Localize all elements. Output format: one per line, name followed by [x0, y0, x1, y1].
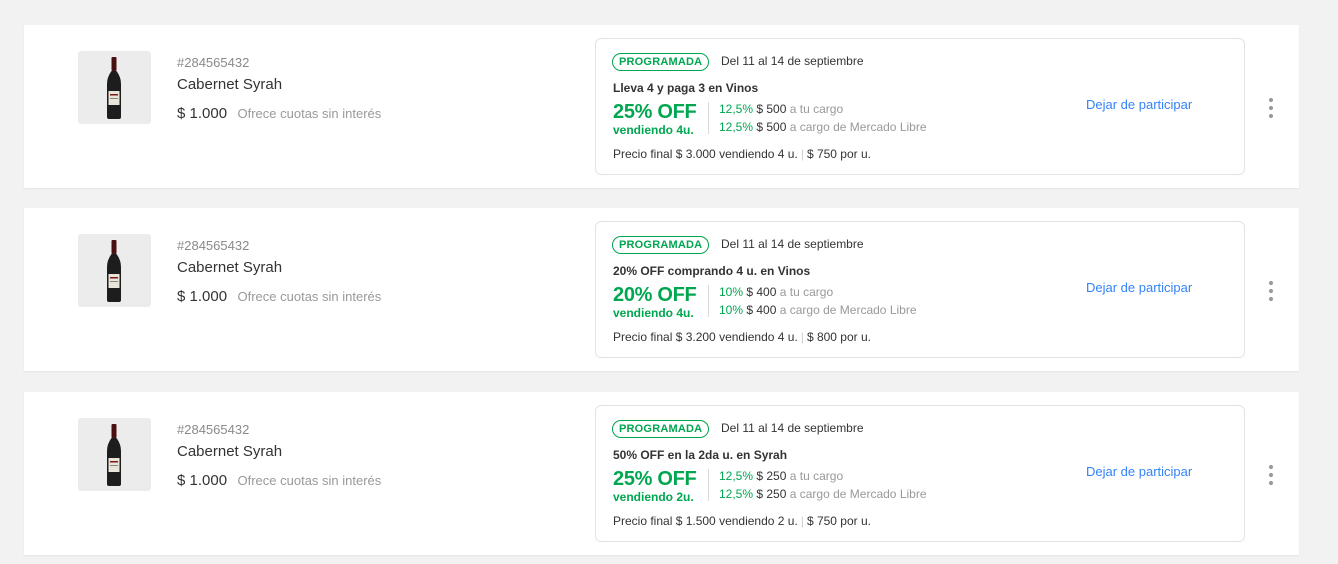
item-price-row: $ 1.000 Ofrece cuotas sin interés	[177, 472, 381, 490]
item-id: #284565432	[177, 422, 250, 437]
offer-card: #284565432 Cabernet Syrah $ 1.000 Ofrece…	[24, 25, 1299, 188]
product-thumbnail[interactable]	[78, 418, 151, 491]
discount-condition: vendiendo 4u.	[613, 123, 694, 137]
wine-bottle-icon	[107, 240, 121, 302]
ml-share-label: a cargo de Mercado Libre	[779, 303, 917, 317]
ml-share-percent: 12,5%	[719, 120, 754, 134]
final-price-text: Precio final $ 3.000 vendiendo 4 u.	[613, 147, 798, 161]
discount-percent: 25% OFF	[613, 101, 697, 123]
ml-share: 10% $ 400 a cargo de Mercado Libre	[719, 303, 917, 317]
promotion-name: 50% OFF en la 2da u. en Syrah	[613, 448, 788, 462]
seller-share: 10% $ 400 a tu cargo	[719, 285, 833, 299]
promotion-dates: Del 11 al 14 de septiembre	[721, 54, 864, 68]
wine-bottle-icon	[107, 424, 121, 486]
seller-share-label: a tu cargo	[779, 285, 834, 299]
status-badge: PROGRAMADA	[612, 236, 710, 254]
unit-price: $ 750 por u.	[806, 514, 871, 528]
installments-label: Ofrece cuotas sin interés	[237, 289, 382, 304]
product-thumbnail[interactable]	[78, 51, 151, 124]
ml-share: 12,5% $ 500 a cargo de Mercado Libre	[719, 120, 927, 134]
unit-price: $ 750 por u.	[806, 147, 871, 161]
offer-card: #284565432 Cabernet Syrah $ 1.000 Ofrece…	[24, 392, 1299, 555]
promotion-name: Lleva 4 y paga 3 en Vinos	[613, 81, 759, 95]
final-price-text: Precio final $ 1.500 vendiendo 2 u.	[613, 514, 798, 528]
item-price-row: $ 1.000 Ofrece cuotas sin interés	[177, 288, 381, 306]
item-title[interactable]: Cabernet Syrah	[177, 259, 282, 276]
installments-label: Ofrece cuotas sin interés	[237, 473, 382, 488]
more-options-icon[interactable]	[1261, 95, 1281, 121]
wine-bottle-icon	[107, 57, 121, 119]
unit-price: $ 800 por u.	[806, 330, 871, 344]
final-price: Precio final $ 1.500 vendiendo 2 u. | $ 75…	[613, 514, 871, 528]
promotion-dates: Del 11 al 14 de septiembre	[721, 421, 864, 435]
ml-share-percent: 10%	[719, 303, 744, 317]
item-id: #284565432	[177, 55, 250, 70]
seller-share-amount: $ 400	[746, 285, 777, 299]
status-badge: PROGRAMADA	[612, 420, 710, 438]
ml-share: 12,5% $ 250 a cargo de Mercado Libre	[719, 487, 927, 501]
seller-share-label: a tu cargo	[789, 102, 844, 116]
item-title[interactable]: Cabernet Syrah	[177, 443, 282, 460]
item-title[interactable]: Cabernet Syrah	[177, 76, 282, 93]
separator: |	[800, 147, 804, 161]
seller-share-percent: 10%	[719, 285, 744, 299]
separator: |	[800, 514, 804, 528]
promotion-name: 20% OFF comprando 4 u. en Vinos	[613, 264, 811, 278]
leave-promotion-link[interactable]: Dejar de participar	[1086, 97, 1192, 112]
status-badge: PROGRAMADA	[612, 53, 710, 71]
offer-card: #284565432 Cabernet Syrah $ 1.000 Ofrece…	[24, 208, 1299, 371]
more-options-icon[interactable]	[1261, 462, 1281, 488]
seller-share-amount: $ 250	[756, 469, 787, 483]
final-price: Precio final $ 3.200 vendiendo 4 u. | $ 80…	[613, 330, 871, 344]
leave-promotion-link[interactable]: Dejar de participar	[1086, 280, 1192, 295]
installments-label: Ofrece cuotas sin interés	[237, 106, 382, 121]
leave-promotion-link[interactable]: Dejar de participar	[1086, 464, 1192, 479]
separator: |	[800, 330, 804, 344]
discount-percent: 20% OFF	[613, 284, 697, 306]
ml-share-label: a cargo de Mercado Libre	[789, 120, 927, 134]
product-thumbnail[interactable]	[78, 234, 151, 307]
ml-share-label: a cargo de Mercado Libre	[789, 487, 927, 501]
seller-share-amount: $ 500	[756, 102, 787, 116]
ml-share-amount: $ 250	[756, 487, 787, 501]
divider	[708, 469, 709, 501]
item-price-row: $ 1.000 Ofrece cuotas sin interés	[177, 105, 381, 123]
seller-share-percent: 12,5%	[719, 469, 754, 483]
seller-share: 12,5% $ 500 a tu cargo	[719, 102, 843, 116]
discount-condition: vendiendo 4u.	[613, 306, 694, 320]
seller-share-percent: 12,5%	[719, 102, 754, 116]
seller-share-label: a tu cargo	[789, 469, 844, 483]
ml-share-amount: $ 400	[746, 303, 777, 317]
promotion-dates: Del 11 al 14 de septiembre	[721, 237, 864, 251]
ml-share-percent: 12,5%	[719, 487, 754, 501]
item-price: $ 1.000	[177, 472, 228, 489]
item-price: $ 1.000	[177, 288, 228, 305]
item-id: #284565432	[177, 238, 250, 253]
discount-condition: vendiendo 2u.	[613, 490, 694, 504]
ml-share-amount: $ 500	[756, 120, 787, 134]
final-price-text: Precio final $ 3.200 vendiendo 4 u.	[613, 330, 798, 344]
divider	[708, 285, 709, 317]
item-price: $ 1.000	[177, 105, 228, 122]
discount-percent: 25% OFF	[613, 468, 697, 490]
seller-share: 12,5% $ 250 a tu cargo	[719, 469, 843, 483]
more-options-icon[interactable]	[1261, 278, 1281, 304]
divider	[708, 102, 709, 134]
final-price: Precio final $ 3.000 vendiendo 4 u. | $ 75…	[613, 147, 871, 161]
